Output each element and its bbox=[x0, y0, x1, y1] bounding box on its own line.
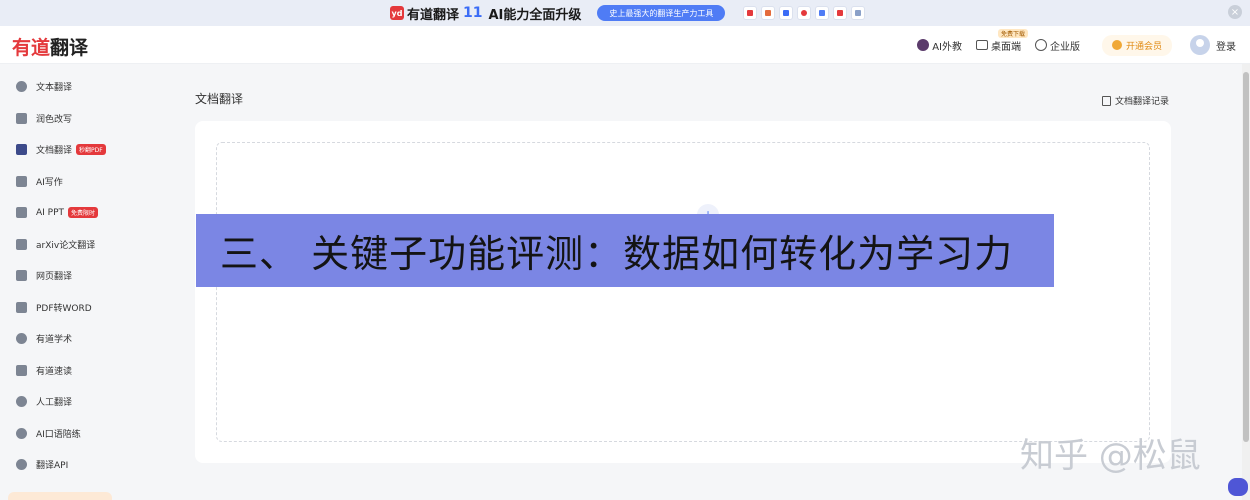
promo-pill-button[interactable]: 史上最强大的翻译生产力工具 bbox=[597, 5, 726, 21]
doc-history-label: 文档翻译记录 bbox=[1115, 97, 1170, 107]
page-scrollbar[interactable] bbox=[1242, 64, 1250, 500]
promo-title: 有道翻译 bbox=[407, 7, 460, 23]
sidebar-item-label: 有道学术 bbox=[36, 335, 73, 346]
caption-text: 三、 关键子功能评测：数据如何转化为学习力 bbox=[220, 232, 1014, 276]
headset-icon bbox=[16, 396, 27, 408]
sidebar-item-web-translate[interactable]: 网页翻译 bbox=[0, 260, 124, 292]
cloud-icon bbox=[16, 459, 27, 471]
sidebar-item-label: AI口语陪练 bbox=[36, 429, 81, 440]
sidebar-item-human-translate[interactable]: 人工翻译 bbox=[0, 386, 124, 418]
magic-wand-icon bbox=[16, 112, 27, 124]
sidebar-item-label: 润色改写 bbox=[36, 114, 73, 125]
header-nav: AI外教 免费下载 桌面端 企业版 开通会员 登录 bbox=[903, 26, 1250, 64]
sidebar-item-label: PDF转WORD bbox=[36, 303, 92, 314]
pen-icon bbox=[16, 175, 27, 187]
promo-version: 11 bbox=[463, 5, 483, 21]
logo-text-dark: 翻译 bbox=[50, 37, 89, 59]
ai-tutor-avatar-icon bbox=[917, 39, 930, 51]
sidebar-item-arxiv[interactable]: arXiv论文翻译 bbox=[0, 229, 124, 261]
watermark: 知乎 @松鼠 bbox=[1020, 436, 1201, 476]
nav-enterprise-label: 企业版 bbox=[1049, 41, 1080, 53]
history-document-icon bbox=[1102, 95, 1111, 106]
close-icon[interactable]: × bbox=[1228, 5, 1242, 19]
user-avatar-icon bbox=[1190, 35, 1210, 55]
nav-desktop-label: 桌面端 bbox=[990, 41, 1021, 53]
app-icon bbox=[815, 6, 830, 20]
logo-text-red: 有道 bbox=[12, 37, 51, 59]
page-title: 文档翻译 bbox=[195, 92, 244, 106]
nav-ai-tutor[interactable]: AI外教 bbox=[917, 38, 962, 53]
pdf-convert-icon bbox=[16, 301, 27, 313]
app-icon bbox=[833, 6, 848, 20]
sidebar-item-polish[interactable]: 润色改写 bbox=[0, 103, 124, 135]
books-icon bbox=[16, 238, 27, 250]
sidebar-item-academic[interactable]: 有道学术 bbox=[0, 323, 124, 355]
sidebar-item-ai-speaking[interactable]: AI口语陪练 bbox=[0, 418, 124, 450]
webpage-icon bbox=[16, 270, 27, 282]
presentation-icon bbox=[16, 207, 27, 219]
doc-history-link[interactable]: 文档翻译记录 bbox=[1102, 94, 1169, 107]
youdao-logo-icon: yd bbox=[390, 6, 404, 20]
sidebar-item-pdf-to-word[interactable]: PDF转WORD bbox=[0, 292, 124, 324]
text-translate-icon bbox=[16, 81, 27, 93]
login-button[interactable]: 登录 bbox=[1190, 35, 1236, 55]
sidebar-item-doc-translate[interactable]: 文档翻译 秒翻PDF bbox=[0, 134, 124, 166]
app-icon bbox=[761, 6, 776, 20]
app-icon bbox=[797, 6, 812, 20]
sidebar-item-label: 翻译API bbox=[36, 461, 69, 472]
overlay-caption: 三、 关键子功能评测：数据如何转化为学习力 bbox=[196, 214, 1054, 287]
sidebar-item-label: AI写作 bbox=[36, 177, 63, 188]
app-icon bbox=[779, 6, 794, 20]
sidebar-item-text-translate[interactable]: 文本翻译 bbox=[0, 71, 124, 103]
sidebar: 文本翻译 润色改写 文档翻译 秒翻PDF AI写作 AI PPT 免费限时 arXi… bbox=[0, 64, 124, 500]
file-dropzone[interactable]: + bbox=[216, 142, 1150, 442]
scrollbar-thumb[interactable] bbox=[1243, 72, 1249, 442]
sidebar-item-label: 人工翻译 bbox=[36, 398, 73, 409]
sidebar-badge: 秒翻PDF bbox=[76, 144, 106, 156]
sidebar-item-ai-writing[interactable]: AI写作 bbox=[0, 166, 124, 198]
app-icon bbox=[851, 6, 866, 20]
document-icon bbox=[16, 144, 27, 156]
app-icon bbox=[743, 6, 758, 20]
enterprise-icon bbox=[1034, 39, 1047, 51]
nav-enterprise[interactable]: 企业版 bbox=[1034, 38, 1080, 53]
login-label: 登录 bbox=[1216, 41, 1236, 53]
nav-desktop[interactable]: 免费下载 桌面端 bbox=[975, 28, 1028, 53]
sidebar-badge: 免费限时 bbox=[68, 207, 99, 219]
graduation-cap-icon bbox=[16, 333, 27, 345]
sidebar-item-label: AI PPT bbox=[36, 207, 65, 218]
promo-subtitle: AI能力全面升级 bbox=[488, 7, 582, 23]
promo-banner[interactable]: yd 有道翻译 11 AI能力全面升级 史上最强大的翻译生产力工具 × bbox=[0, 0, 1250, 26]
sidebar-item-label: 文本翻译 bbox=[36, 83, 73, 94]
sidebar-item-speed-read[interactable]: 有道速读 bbox=[0, 355, 124, 387]
sidebar-item-label: 文档翻译 bbox=[36, 146, 73, 157]
sidebar-item-api[interactable]: 翻译API bbox=[0, 449, 124, 481]
sidebar-item-label: 有道速读 bbox=[36, 366, 73, 377]
sidebar-item-label: arXiv论文翻译 bbox=[36, 240, 96, 251]
sidebar-item-ai-ppt[interactable]: AI PPT 免费限时 bbox=[0, 197, 124, 229]
upload-card: + bbox=[195, 121, 1171, 463]
person-icon bbox=[16, 427, 27, 439]
promo-app-icons bbox=[743, 6, 866, 20]
sidebar-promo-card[interactable] bbox=[8, 492, 112, 500]
site-logo[interactable]: 有道翻译 bbox=[12, 33, 88, 60]
speed-read-icon bbox=[16, 364, 27, 376]
monitor-icon bbox=[975, 40, 988, 50]
assistant-bot-icon[interactable] bbox=[1228, 478, 1248, 496]
vip-label: 开通会员 bbox=[1125, 41, 1162, 52]
vip-button[interactable]: 开通会员 bbox=[1101, 34, 1172, 56]
vip-crown-icon bbox=[1111, 40, 1122, 50]
sidebar-item-label: 网页翻译 bbox=[36, 272, 73, 283]
nav-ai-tutor-label: AI外教 bbox=[932, 41, 962, 53]
top-header: 有道翻译 AI外教 免费下载 桌面端 企业版 开通会员 登录 bbox=[0, 26, 1250, 64]
free-download-tag: 免费下载 bbox=[997, 28, 1028, 38]
